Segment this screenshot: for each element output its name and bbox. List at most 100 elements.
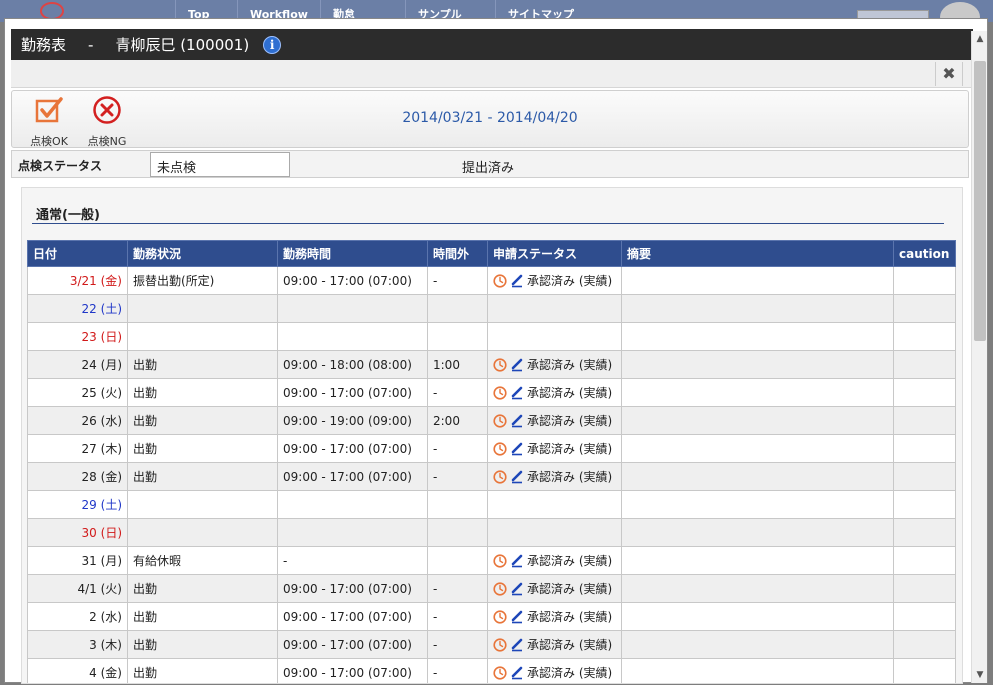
cell-work-status [127,294,278,323]
clock-icon[interactable] [493,413,507,428]
header-application-status[interactable]: 申請ステータス [487,240,622,267]
cell-date[interactable]: 27 (木) [27,434,128,463]
application-status[interactable]: 承認済み (実績) [493,440,616,457]
cell-date[interactable]: 4 (金) [27,658,128,683]
cell-remarks [621,434,894,463]
cell-date[interactable]: 31 (月) [27,546,128,575]
cell-remarks [621,378,894,407]
table-row[interactable]: 3 (木) 出勤 09:00 - 17:00 (07:00) - 承認済み (実績) [27,630,956,659]
table-row[interactable]: 28 (金) 出勤 09:00 - 17:00 (07:00) - 承認済み (実績) [27,462,956,491]
cell-work-status: 振替出勤(所定) [127,266,278,295]
header-remarks[interactable]: 摘要 [621,240,894,267]
cell-date[interactable]: 4/1 (火) [27,574,128,603]
scroll-thumb[interactable] [974,61,986,341]
header-caution[interactable]: caution [893,240,956,267]
table-row[interactable]: 26 (水) 出勤 09:00 - 19:00 (09:00) 2:00 承認済み (実… [27,406,956,435]
inspection-ok-button[interactable]: 点検OK [24,95,74,149]
application-status-text: 承認済み (実績) [527,638,613,652]
table-row[interactable]: 23 (日) [27,322,956,351]
table-row[interactable]: 4 (金) 出勤 09:00 - 17:00 (07:00) - 承認済み (実績) [27,658,956,683]
cell-date[interactable]: 3/21 (金) [27,266,128,295]
cell-date[interactable]: 24 (月) [27,350,128,379]
checkbox-check-icon [35,97,63,123]
table-row[interactable]: 2 (水) 出勤 09:00 - 17:00 (07:00) - 承認済み (実績) [27,602,956,631]
scroll-up-icon[interactable]: ▲ [972,31,988,47]
modal-scrollbar[interactable]: ▲ ▼ [971,31,987,683]
header-work-status[interactable]: 勤務状況 [127,240,278,267]
cell-application-status: 承認済み (実績) [487,350,622,379]
clock-icon[interactable] [493,637,507,652]
table-row[interactable]: 29 (土) [27,490,956,519]
cell-application-status: 承認済み (実績) [487,574,622,603]
application-status-text: 承認済み (実績) [527,470,613,484]
title-separator: - [88,35,94,54]
table-row[interactable]: 24 (月) 出勤 09:00 - 18:00 (08:00) 1:00 承認済み (実… [27,350,956,379]
cell-remarks [621,602,894,631]
cell-work-status: 出勤 [127,630,278,659]
cell-date[interactable]: 22 (土) [27,294,128,323]
cell-date[interactable]: 28 (金) [27,462,128,491]
clock-icon[interactable] [493,609,507,624]
cell-caution [893,490,956,519]
table-row[interactable]: 30 (日) [27,518,956,547]
cell-overtime [427,518,488,547]
cell-remarks [621,518,894,547]
cell-date[interactable]: 2 (水) [27,602,128,631]
application-status[interactable]: 承認済み (実績) [493,580,616,597]
application-status[interactable]: 承認済み (実績) [493,608,616,625]
cell-overtime [427,546,488,575]
clock-icon[interactable] [493,385,507,400]
cell-date[interactable]: 25 (火) [27,378,128,407]
table-row[interactable]: 25 (火) 出勤 09:00 - 17:00 (07:00) - 承認済み (実績) [27,378,956,407]
header-overtime[interactable]: 時間外 [427,240,488,267]
cell-remarks [621,630,894,659]
cell-work-hours: 09:00 - 17:00 (07:00) [277,602,428,631]
cell-work-hours [277,490,428,519]
approval-stamp-icon [511,442,523,455]
info-icon[interactable]: i [263,35,282,54]
cell-caution [893,406,956,435]
application-status[interactable]: 承認済み (実績) [493,412,616,429]
cell-date[interactable]: 26 (水) [27,406,128,435]
clock-icon[interactable] [493,441,507,456]
cell-work-hours [277,294,428,323]
header-work-hours[interactable]: 勤務時間 [277,240,428,267]
application-status[interactable]: 承認済み (実績) [493,356,616,373]
scroll-down-icon[interactable]: ▼ [972,667,988,683]
cell-remarks [621,322,894,351]
cell-date[interactable]: 30 (日) [27,518,128,547]
inspection-ng-button[interactable]: 点検NG [82,95,132,149]
cell-overtime: - [427,630,488,659]
header-date[interactable]: 日付 [27,240,128,267]
clock-icon[interactable] [493,665,507,680]
clock-icon[interactable] [493,273,507,288]
cell-application-status: 承認済み (実績) [487,266,622,295]
close-icon[interactable]: ✖ [935,62,963,86]
cell-work-hours: 09:00 - 17:00 (07:00) [277,658,428,683]
table-row[interactable]: 31 (月) 有給休暇 - 承認済み (実績) [27,546,956,575]
cell-application-status: 承認済み (実績) [487,658,622,683]
application-status[interactable]: 承認済み (実績) [493,664,616,681]
approval-stamp-icon [511,414,523,427]
modal-titlebar: 勤務表 - 青柳辰巳 (100001) i [11,29,973,60]
table-row[interactable]: 27 (木) 出勤 09:00 - 17:00 (07:00) - 承認済み (実績) [27,434,956,463]
application-status[interactable]: 承認済み (実績) [493,552,616,569]
table-row[interactable]: 4/1 (火) 出勤 09:00 - 17:00 (07:00) - 承認済み (実績) [27,574,956,603]
table-row[interactable]: 22 (土) [27,294,956,323]
cell-work-hours [277,518,428,547]
application-status[interactable]: 承認済み (実績) [493,636,616,653]
cell-date[interactable]: 29 (土) [27,490,128,519]
clock-icon[interactable] [493,581,507,596]
cell-caution [893,546,956,575]
application-status-text: 承認済み (実績) [527,358,613,372]
clock-icon[interactable] [493,469,507,484]
cell-date[interactable]: 3 (木) [27,630,128,659]
clock-icon[interactable] [493,553,507,568]
application-status[interactable]: 承認済み (実績) [493,468,616,485]
application-status[interactable]: 承認済み (実績) [493,384,616,401]
cell-date[interactable]: 23 (日) [27,322,128,351]
table-row[interactable]: 3/21 (金) 振替出勤(所定) 09:00 - 17:00 (07:00) - 承認… [27,266,956,295]
inspection-status-label: 点検ステータス [18,159,103,173]
application-status[interactable]: 承認済み (実績) [493,272,616,289]
clock-icon[interactable] [493,357,507,372]
